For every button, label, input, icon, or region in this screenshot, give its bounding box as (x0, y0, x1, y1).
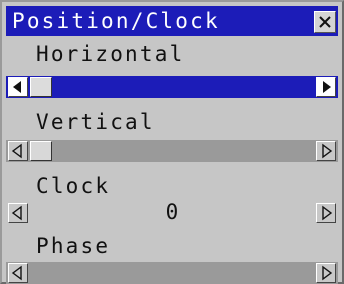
clock-value: 0 (165, 200, 179, 224)
clock-adjuster[interactable]: 0 (6, 200, 338, 224)
close-button[interactable] (314, 11, 336, 33)
window-title: Position/Clock (12, 9, 220, 33)
position-clock-window: Position/Clock Horizontal Vertical Clock… (0, 0, 344, 284)
arrow-right-icon (322, 205, 333, 221)
phase-label: Phase (36, 234, 111, 258)
vertical-slider[interactable] (6, 140, 338, 162)
vertical-label: Vertical (36, 110, 155, 134)
phase-decrease-button[interactable] (8, 263, 28, 283)
horizontal-label: Horizontal (36, 42, 185, 66)
close-icon (319, 16, 331, 28)
arrow-right-icon (322, 265, 333, 281)
clock-label: Clock (36, 174, 111, 198)
title-bar: Position/Clock (6, 6, 338, 36)
horizontal-increase-button[interactable] (316, 77, 336, 97)
horizontal-decrease-button[interactable] (8, 77, 28, 97)
phase-slider[interactable] (6, 262, 338, 284)
vertical-decrease-button[interactable] (8, 141, 28, 161)
phase-increase-button[interactable] (316, 263, 336, 283)
horizontal-slider-thumb[interactable] (30, 77, 52, 97)
vertical-increase-button[interactable] (316, 141, 336, 161)
arrow-left-icon (13, 81, 21, 93)
arrow-right-icon (323, 81, 331, 93)
arrow-right-icon (322, 143, 333, 159)
vertical-slider-thumb[interactable] (30, 141, 52, 161)
arrow-left-icon (11, 265, 22, 281)
horizontal-slider[interactable] (6, 76, 338, 98)
arrow-left-icon (11, 143, 22, 159)
clock-increase-button[interactable] (316, 203, 336, 223)
